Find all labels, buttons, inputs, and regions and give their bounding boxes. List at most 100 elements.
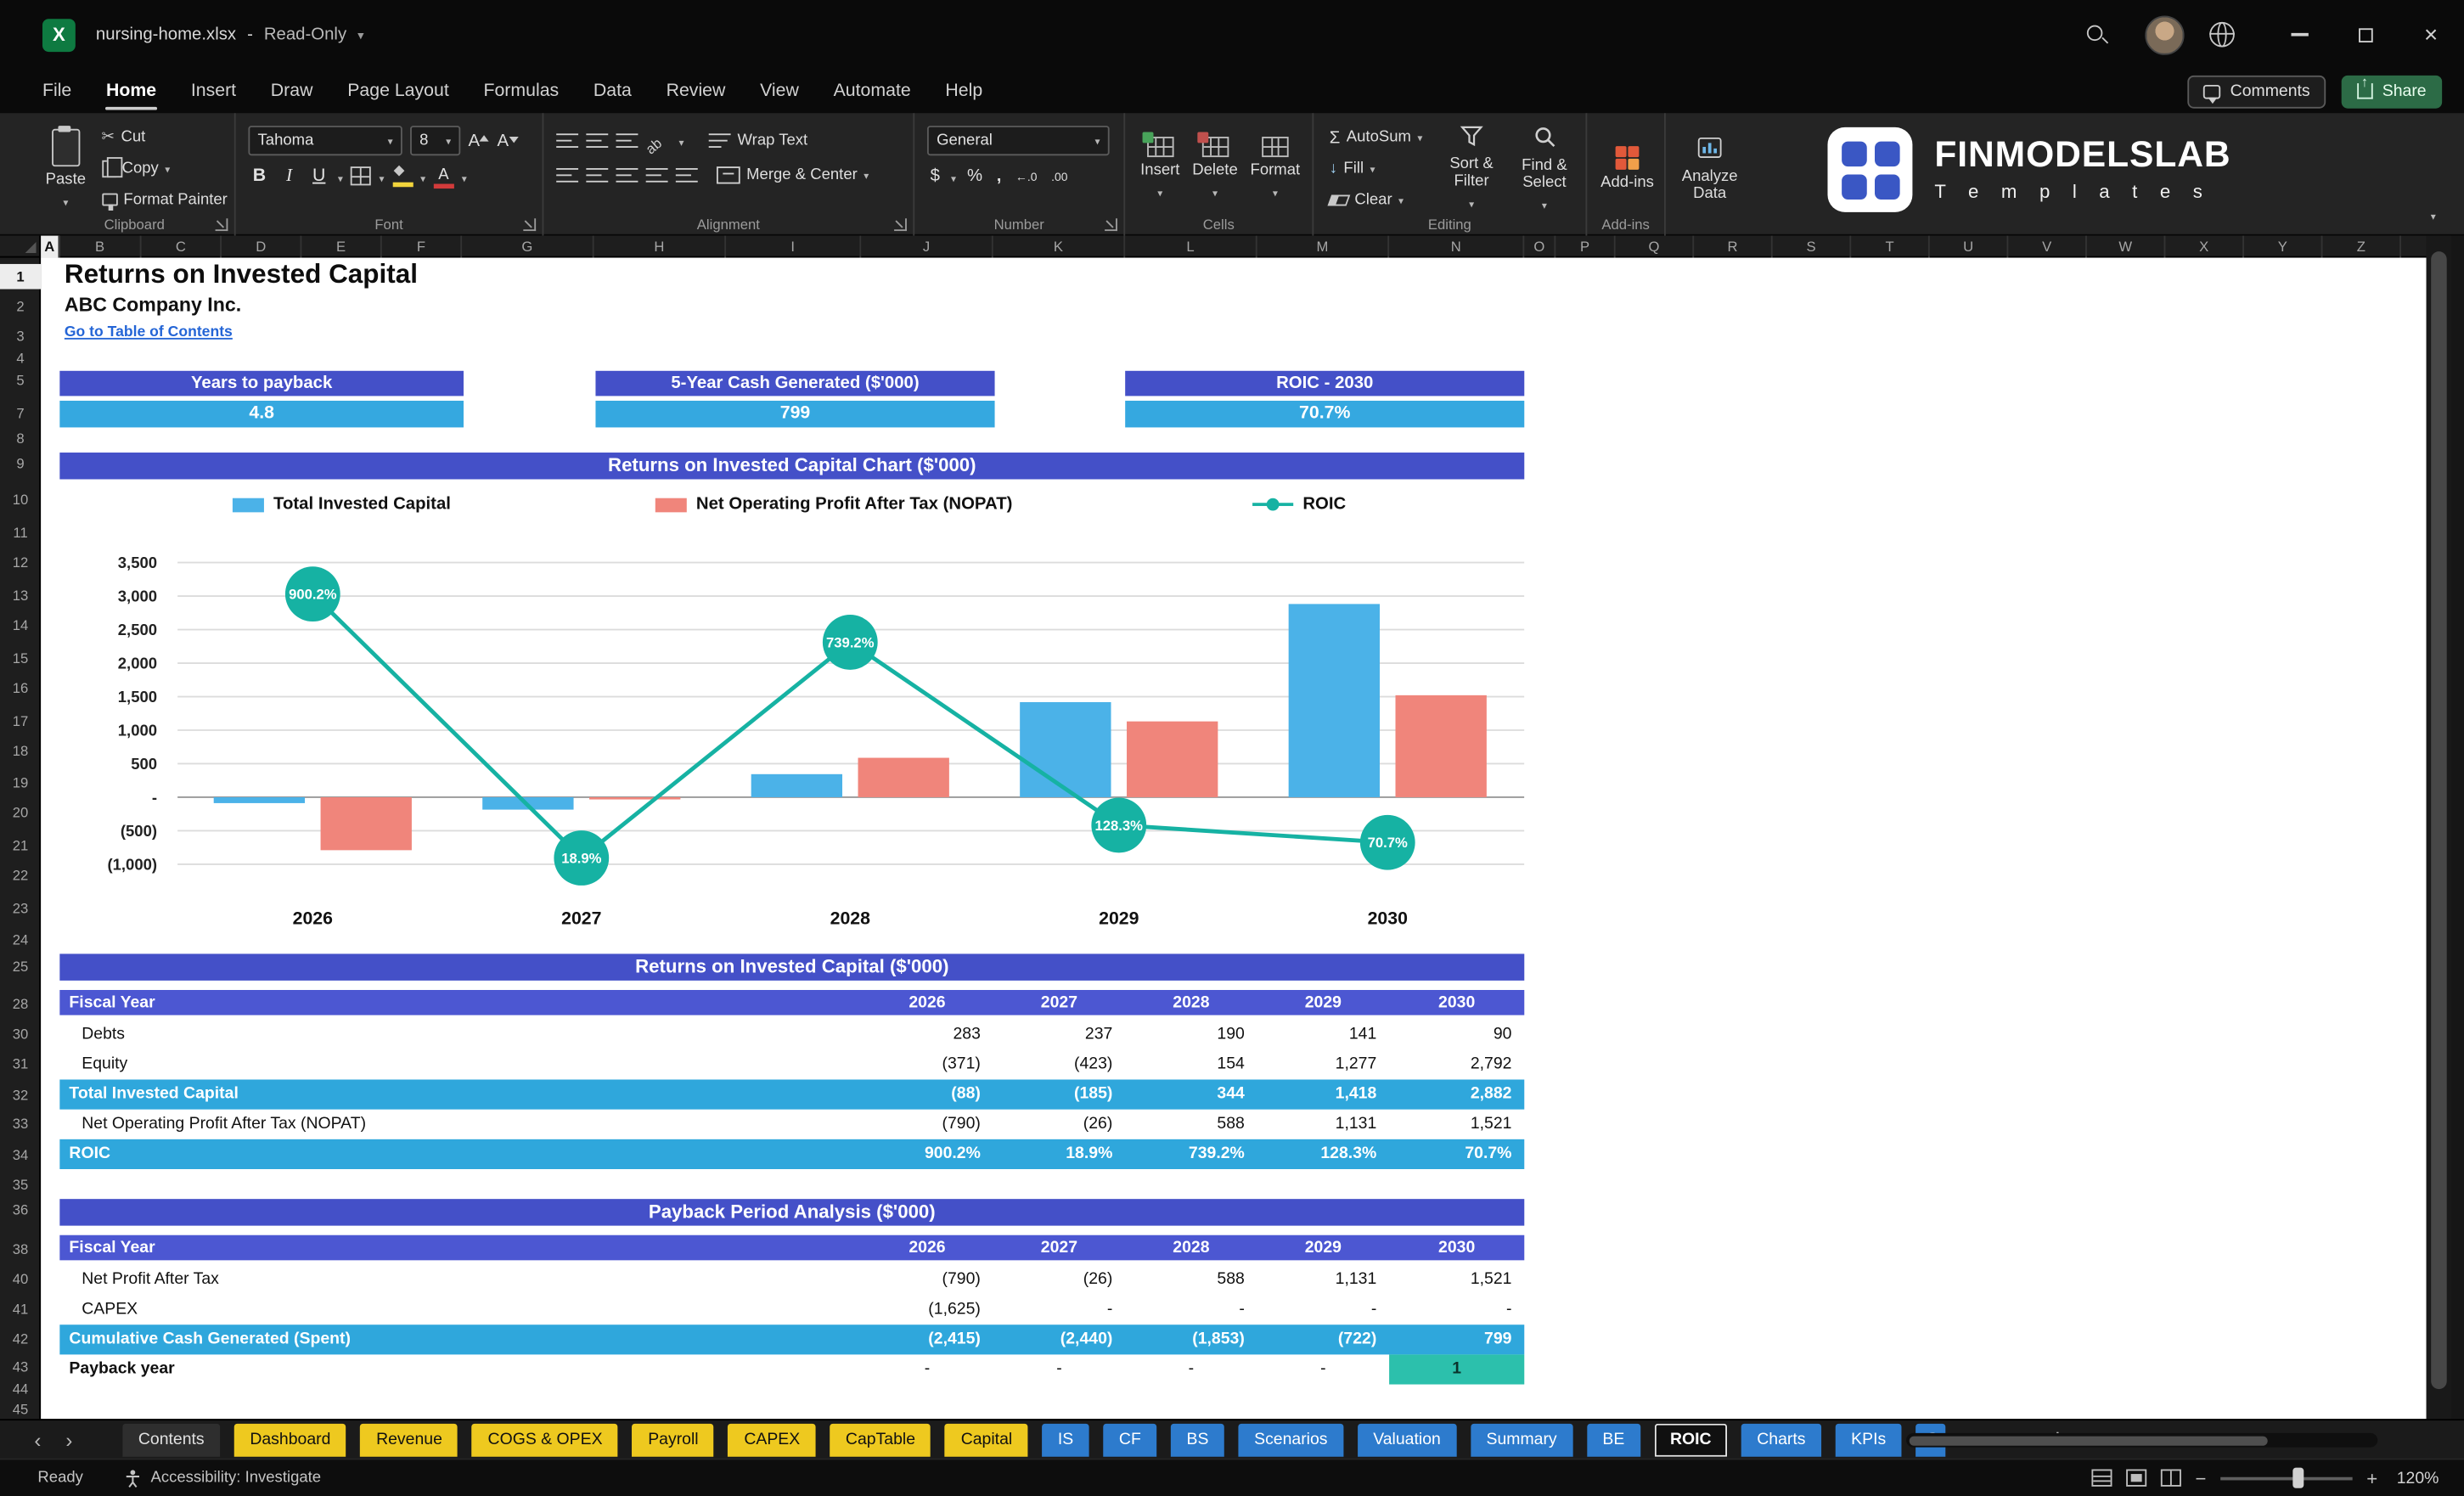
paste-button[interactable]: Paste (46, 124, 86, 213)
worksheet-canvas[interactable]: Returns on Invested Capital ABC Company … (41, 257, 2427, 1420)
align-left-button[interactable] (556, 166, 579, 183)
clear-button[interactable]: Clear (1325, 186, 1432, 214)
vertical-scrollbar-thumb[interactable] (2431, 251, 2447, 1390)
autosum-button[interactable]: AutoSum (1325, 124, 1432, 152)
row-header-23[interactable]: 23 (0, 896, 41, 921)
sheet-tab-scenarios[interactable]: Scenarios (1238, 1422, 1344, 1456)
ribbon-tab-automate[interactable]: Automate (816, 69, 928, 113)
cut-button[interactable]: Cut (97, 124, 232, 152)
tabs-scroll-right-button[interactable] (53, 1427, 85, 1451)
column-header-e[interactable]: E (301, 235, 382, 258)
row-header-33[interactable]: 33 (0, 1111, 41, 1137)
column-header-q[interactable]: Q (1616, 235, 1695, 258)
globe-icon[interactable] (2208, 21, 2236, 48)
wrap-text-button[interactable]: Wrap Text (705, 126, 813, 154)
row-header-2[interactable]: 2 (0, 294, 41, 319)
copy-button[interactable]: Copy (97, 155, 232, 183)
decrease-indent-button[interactable] (645, 166, 668, 183)
column-header-l[interactable]: L (1125, 235, 1257, 258)
sheet-tab-cf[interactable]: CF (1103, 1422, 1157, 1456)
row-header-40[interactable]: 40 (0, 1267, 41, 1292)
collapse-ribbon-button[interactable] (2431, 200, 2436, 228)
column-header-t[interactable]: T (1851, 235, 1930, 258)
excel-app-icon[interactable] (42, 18, 76, 52)
column-header-w[interactable]: W (2087, 235, 2166, 258)
shrink-font-button[interactable] (497, 132, 519, 150)
row-header-11[interactable]: 11 (0, 520, 41, 546)
row-header-17[interactable]: 17 (0, 709, 41, 734)
sheet-tab-roic[interactable]: ROIC (1654, 1422, 1728, 1456)
clipboard-dialog-launcher[interactable] (215, 218, 228, 232)
row-header-24[interactable]: 24 (0, 927, 41, 953)
minimize-button[interactable] (2266, 0, 2332, 69)
vertical-scrollbar[interactable] (2426, 235, 2452, 1420)
column-header-z[interactable]: Z (2322, 235, 2402, 258)
align-top-button[interactable] (556, 131, 579, 149)
row-header-32[interactable]: 32 (0, 1083, 41, 1108)
row-header-10[interactable]: 10 (0, 487, 41, 513)
decrease-decimal-button[interactable] (1048, 166, 1071, 185)
italic-button[interactable] (278, 166, 301, 185)
merge-center-button[interactable]: Merge & Center (712, 160, 873, 188)
maximize-button[interactable] (2332, 0, 2399, 69)
zoom-slider-thumb[interactable] (2292, 1467, 2304, 1488)
sheet-tab-charts[interactable]: Charts (1741, 1422, 1821, 1456)
column-header-f[interactable]: F (382, 235, 463, 258)
row-header-18[interactable]: 18 (0, 739, 41, 764)
column-header-i[interactable]: I (726, 235, 862, 258)
row-header-16[interactable]: 16 (0, 676, 41, 701)
align-middle-button[interactable] (586, 131, 609, 149)
ribbon-tab-insert[interactable]: Insert (173, 69, 253, 113)
underline-button[interactable] (308, 166, 330, 185)
column-header-s[interactable]: S (1773, 235, 1852, 258)
column-header-g[interactable]: G (462, 235, 594, 258)
select-all-corner[interactable] (0, 235, 42, 258)
row-header-22[interactable]: 22 (0, 863, 41, 888)
column-header-v[interactable]: V (2008, 235, 2087, 258)
row-header-31[interactable]: 31 (0, 1051, 41, 1077)
row-header-34[interactable]: 34 (0, 1143, 41, 1168)
column-header-j[interactable]: J (861, 235, 993, 258)
row-header-42[interactable]: 42 (0, 1326, 41, 1352)
row-header-20[interactable]: 20 (0, 800, 41, 825)
document-title[interactable]: nursing-home.xlsx - Read-Only (96, 25, 364, 44)
ribbon-tab-home[interactable]: Home (89, 69, 174, 113)
zoom-in-button[interactable] (2366, 1467, 2377, 1489)
horizontal-scrollbar-thumb[interactable] (1909, 1435, 2268, 1445)
ribbon-tab-page-layout[interactable]: Page Layout (330, 69, 466, 113)
find-select-button[interactable]: Find & Select (1511, 124, 1578, 213)
borders-button[interactable] (351, 166, 372, 186)
delete-cells-button[interactable]: Delete (1192, 124, 1238, 213)
sheet-tab-capital[interactable]: Capital (945, 1422, 1028, 1456)
row-header-7[interactable]: 7 (0, 401, 41, 426)
view-page-layout-button[interactable] (2126, 1469, 2147, 1487)
share-button[interactable]: Share (2341, 74, 2443, 108)
fill-color-button[interactable] (391, 161, 413, 187)
status-accessibility[interactable]: Accessibility: Investigate (151, 1469, 322, 1486)
sheet-tab-revenue[interactable]: Revenue (360, 1422, 458, 1456)
sheet-tab-payroll[interactable]: Payroll (632, 1422, 715, 1456)
zoom-out-button[interactable] (2196, 1467, 2207, 1489)
column-header-r[interactable]: R (1694, 235, 1773, 258)
sheet-tab-contents[interactable]: Contents (122, 1422, 221, 1456)
number-format-select[interactable]: General (926, 126, 1110, 156)
row-header-38[interactable]: 38 (0, 1237, 41, 1263)
alignment-dialog-launcher[interactable] (894, 218, 907, 232)
align-right-button[interactable] (616, 166, 639, 183)
row-header-28[interactable]: 28 (0, 992, 41, 1017)
row-header-19[interactable]: 19 (0, 770, 41, 796)
accounting-format-button[interactable] (927, 166, 943, 185)
row-header-15[interactable]: 15 (0, 646, 41, 672)
toc-link[interactable]: Go to Table of Contents (65, 323, 233, 340)
comments-button[interactable]: Comments (2187, 74, 2326, 108)
row-header-13[interactable]: 13 (0, 583, 41, 609)
row-header-41[interactable]: 41 (0, 1296, 41, 1322)
increase-indent-button[interactable] (675, 166, 698, 183)
row-header-25[interactable]: 25 (0, 953, 41, 979)
align-bottom-button[interactable] (616, 131, 639, 149)
search-icon[interactable] (2086, 24, 2107, 45)
ribbon-tab-help[interactable]: Help (928, 69, 1000, 113)
column-header-a[interactable]: A (41, 235, 60, 258)
font-dialog-launcher[interactable] (523, 218, 537, 232)
ribbon-tab-file[interactable]: File (25, 69, 89, 113)
